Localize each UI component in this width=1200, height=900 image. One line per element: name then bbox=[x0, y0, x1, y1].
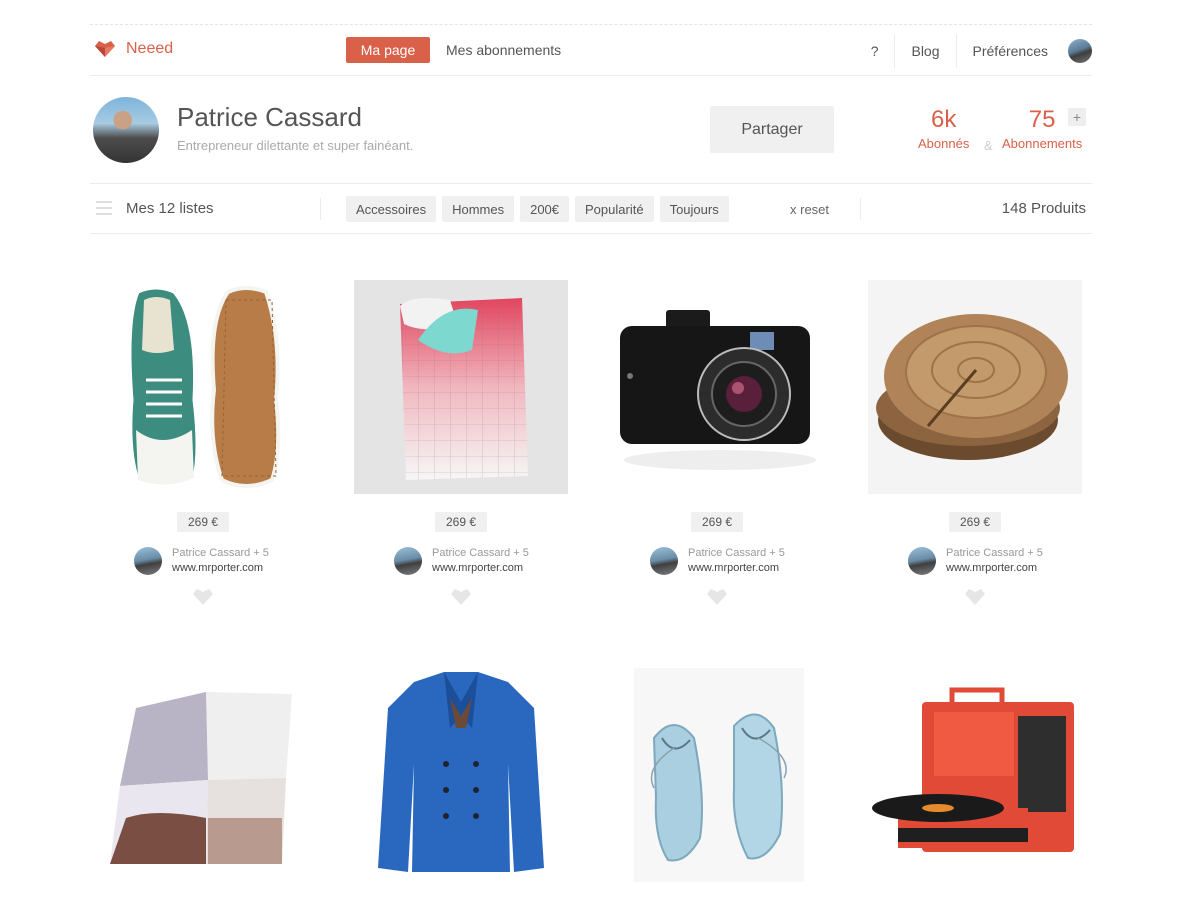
product-image-silk-scarf[interactable] bbox=[96, 668, 310, 882]
product-card[interactable]: 269 € Patrice Cassard + 5 www.mrporter.c… bbox=[96, 280, 310, 606]
product-price: 269 € bbox=[949, 512, 1001, 532]
followers-count: 6k bbox=[930, 106, 957, 133]
profile-section: Patrice Cassard Entrepreneur dilettante … bbox=[90, 76, 1092, 184]
filter-chip-price[interactable]: 200€ bbox=[520, 196, 570, 222]
filter-bar: Mes 12 listes Accessoires Hommes 200€ Po… bbox=[90, 184, 1092, 234]
preferences-link[interactable]: Préférences bbox=[955, 34, 1064, 68]
profile-bio: Entrepreneur dilettante et super fainéan… bbox=[177, 138, 414, 153]
top-divider bbox=[90, 24, 1092, 25]
nav-right: ? Blog Préférences bbox=[855, 34, 1092, 68]
bedding-image bbox=[400, 298, 528, 480]
product-site[interactable]: www.mrporter.com bbox=[688, 560, 785, 576]
product-image-red-record-player[interactable] bbox=[868, 668, 1082, 882]
wood-coasters-image bbox=[876, 314, 1068, 460]
stats-ampersand: & bbox=[984, 138, 993, 153]
product-card[interactable] bbox=[868, 668, 1082, 882]
divider bbox=[860, 198, 861, 220]
owner-name[interactable]: Patrice Cassard + 5 bbox=[432, 546, 529, 560]
owner-name[interactable]: Patrice Cassard + 5 bbox=[172, 546, 269, 560]
product-price: 269 € bbox=[177, 512, 229, 532]
product-image-black-camera[interactable] bbox=[610, 280, 824, 494]
owner-avatar[interactable] bbox=[908, 547, 936, 575]
menu-icon[interactable] bbox=[96, 201, 112, 215]
owner-avatar[interactable] bbox=[650, 547, 678, 575]
product-site[interactable]: www.mrporter.com bbox=[946, 560, 1043, 576]
product-count: 148 Produits bbox=[1001, 200, 1086, 217]
product-image-green-sneakers[interactable] bbox=[96, 280, 310, 494]
product-owner: Patrice Cassard + 5 www.mrporter.com bbox=[394, 546, 568, 576]
logo[interactable]: Neeed bbox=[94, 40, 173, 58]
share-button[interactable]: Partager bbox=[710, 106, 834, 153]
product-owner: Patrice Cassard + 5 www.mrporter.com bbox=[134, 546, 310, 576]
filter-chip-period[interactable]: Toujours bbox=[659, 196, 729, 222]
owner-avatar[interactable] bbox=[394, 547, 422, 575]
product-price: 269 € bbox=[435, 512, 487, 532]
filter-chip-category[interactable]: Accessoires bbox=[346, 196, 437, 222]
product-price: 269 € bbox=[691, 512, 743, 532]
shoes-image bbox=[650, 713, 787, 862]
product-card[interactable] bbox=[612, 668, 826, 882]
reset-filters-button[interactable]: x reset bbox=[790, 202, 829, 217]
product-card[interactable]: 269 € Patrice Cassard + 5 www.mrporter.c… bbox=[354, 280, 568, 606]
header: Neeed Ma page Mes abonnements ? Blog Pré… bbox=[90, 26, 1092, 76]
product-card[interactable] bbox=[354, 668, 568, 882]
profile-avatar bbox=[93, 97, 159, 163]
filter-chip-gender[interactable]: Hommes bbox=[442, 196, 515, 222]
product-image-pink-bedding[interactable] bbox=[354, 280, 568, 494]
product-owner: Patrice Cassard + 5 www.mrporter.com bbox=[650, 546, 824, 576]
product-card[interactable] bbox=[96, 668, 310, 882]
product-image-wood-coasters[interactable] bbox=[868, 280, 1082, 494]
peacoat-image bbox=[378, 672, 544, 872]
owner-name[interactable]: Patrice Cassard + 5 bbox=[688, 546, 785, 560]
help-link[interactable]: ? bbox=[855, 34, 895, 68]
camera-image bbox=[620, 310, 816, 470]
product-owner: Patrice Cassard + 5 www.mrporter.com bbox=[908, 546, 1082, 576]
record-player-image bbox=[872, 687, 1074, 852]
divider bbox=[320, 198, 321, 220]
like-heart-icon[interactable] bbox=[450, 588, 472, 606]
blog-link[interactable]: Blog bbox=[894, 34, 955, 68]
product-site[interactable]: www.mrporter.com bbox=[432, 560, 529, 576]
product-card[interactable]: 269 € Patrice Cassard + 5 www.mrporter.c… bbox=[610, 280, 824, 606]
followers-label: Abonnés bbox=[918, 136, 970, 151]
owner-avatar[interactable] bbox=[134, 547, 162, 575]
add-following-button[interactable]: + bbox=[1068, 108, 1086, 126]
owner-name[interactable]: Patrice Cassard + 5 bbox=[946, 546, 1043, 560]
sneakers-image bbox=[128, 286, 281, 488]
following-label: Abonnements bbox=[1002, 136, 1083, 151]
filter-chips: Accessoires Hommes 200€ Popularité Toujo… bbox=[346, 196, 735, 222]
tab-my-page[interactable]: Ma page bbox=[346, 37, 430, 63]
product-image-blue-peacoat[interactable] bbox=[354, 668, 568, 882]
like-heart-icon[interactable] bbox=[964, 588, 986, 606]
product-image-light-blue-shoes[interactable] bbox=[634, 668, 804, 882]
profile-name: Patrice Cassard bbox=[177, 102, 362, 132]
heart-logo-icon bbox=[95, 41, 115, 57]
lists-label[interactable]: Mes 12 listes bbox=[126, 200, 214, 217]
logo-text: Neeed bbox=[126, 40, 174, 57]
filter-chip-sort[interactable]: Popularité bbox=[575, 196, 654, 222]
product-card[interactable]: 269 € Patrice Cassard + 5 www.mrporter.c… bbox=[868, 280, 1082, 606]
like-heart-icon[interactable] bbox=[706, 588, 728, 606]
product-site[interactable]: www.mrporter.com bbox=[172, 560, 269, 576]
scarf-image bbox=[110, 692, 292, 864]
user-avatar[interactable] bbox=[1068, 39, 1092, 63]
followers-stat[interactable]: 6k Abonnés bbox=[918, 106, 969, 151]
like-heart-icon[interactable] bbox=[192, 588, 214, 606]
tab-subscriptions[interactable]: Mes abonnements bbox=[446, 42, 561, 58]
